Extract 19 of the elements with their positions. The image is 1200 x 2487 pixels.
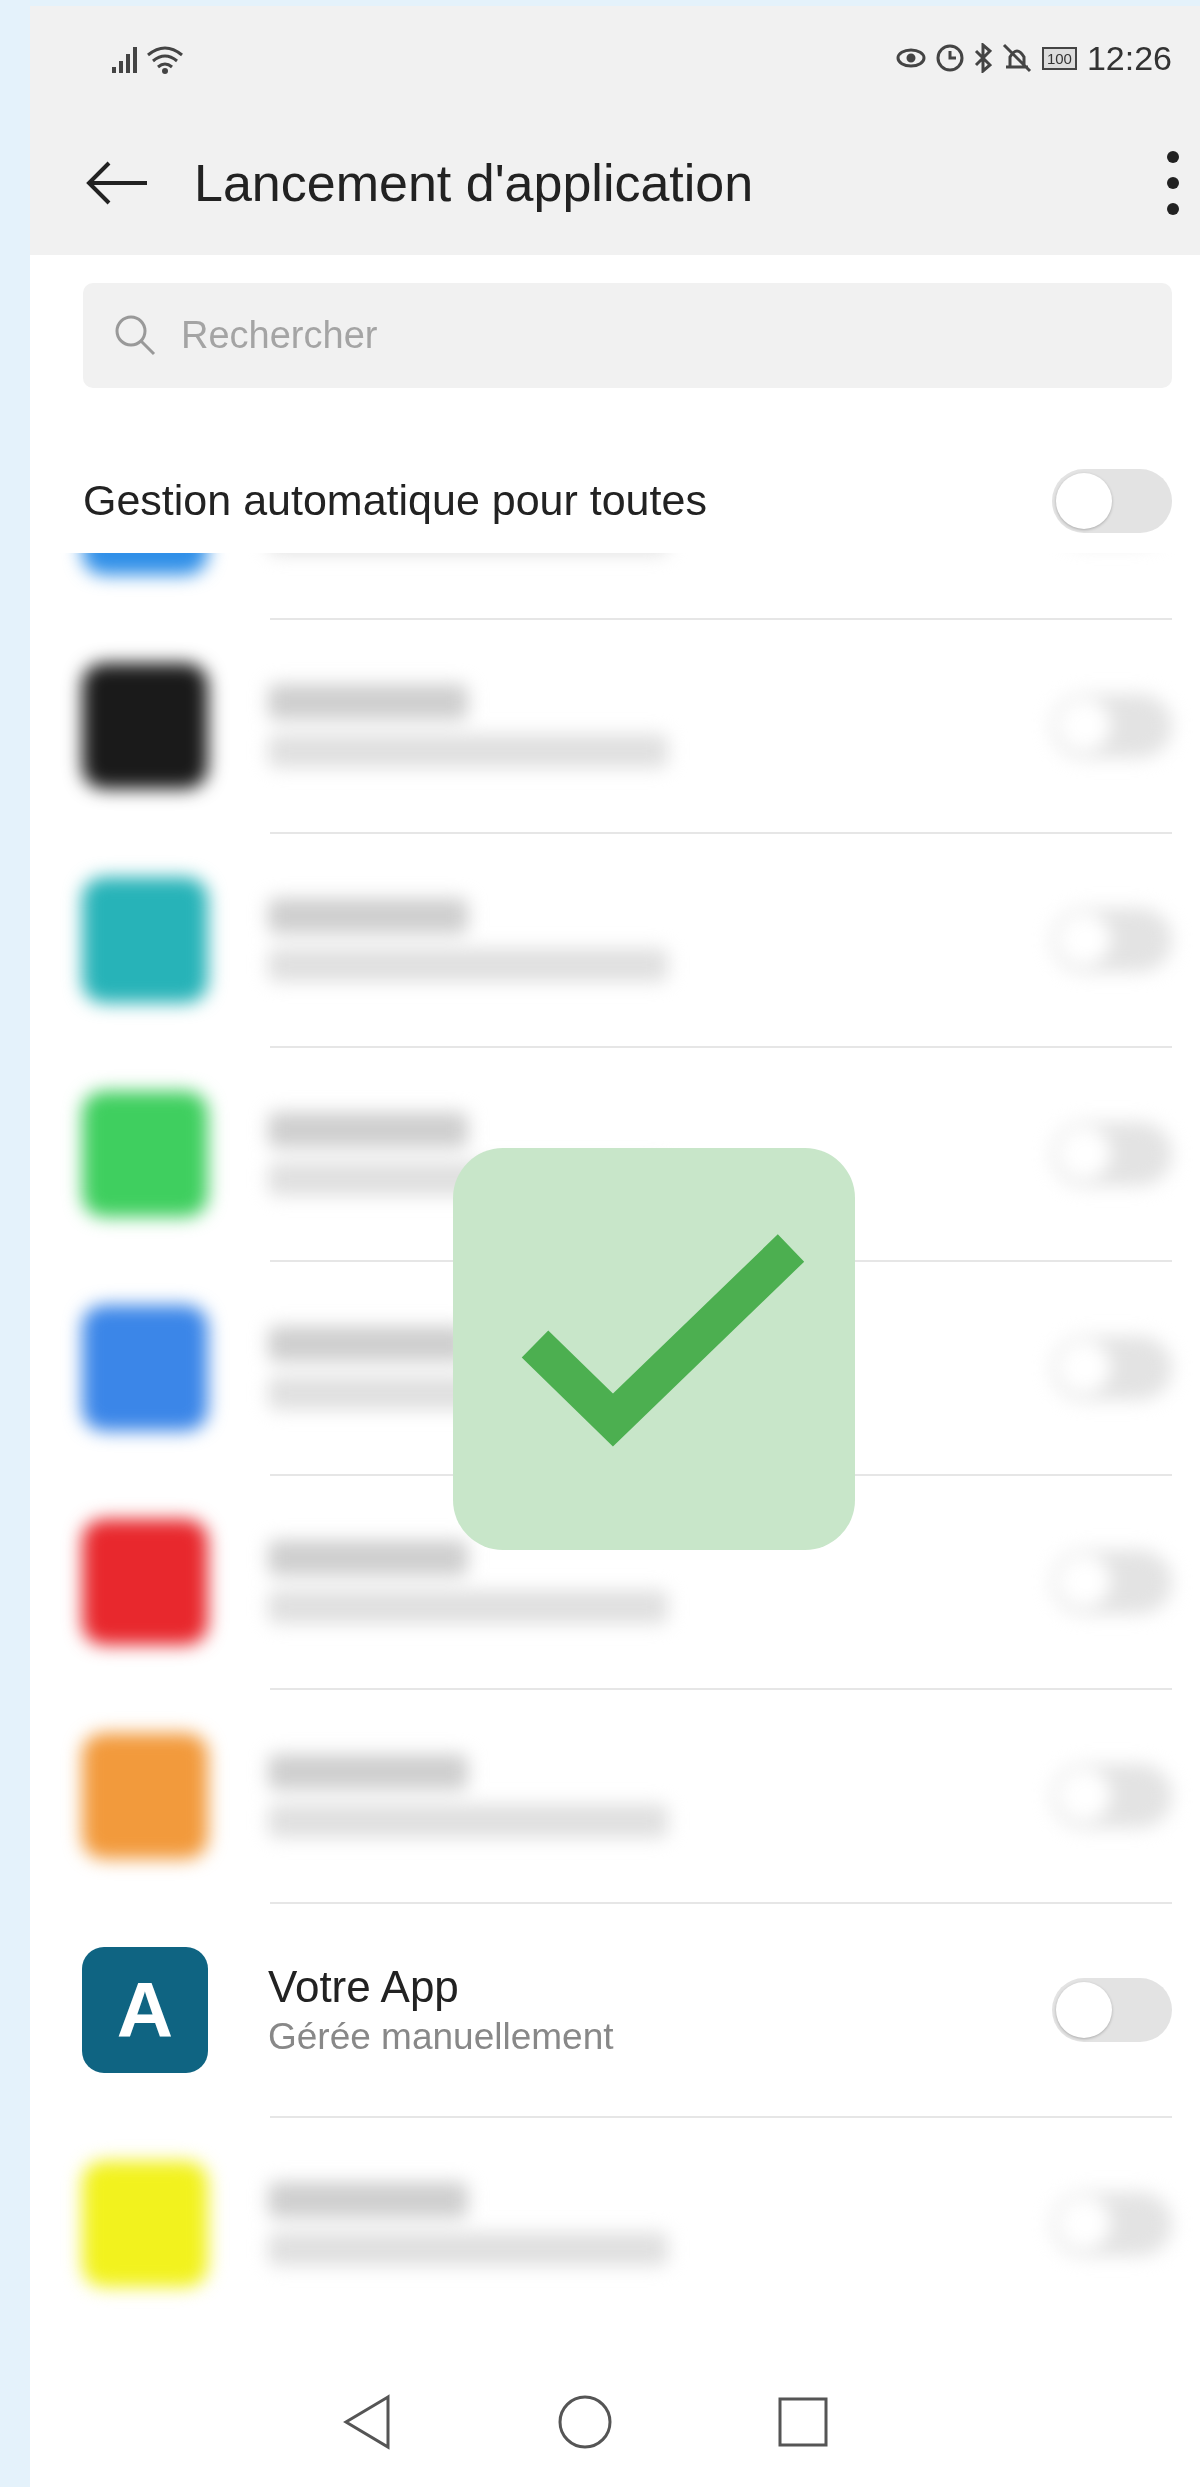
app-status: Gérée manuellement — [268, 2016, 615, 2058]
muted-bell-icon — [1001, 43, 1032, 73]
search-field[interactable]: Rechercher — [83, 283, 1172, 388]
checkmark-icon — [453, 1148, 855, 1550]
back-arrow-icon[interactable] — [85, 160, 149, 205]
search-icon — [113, 313, 157, 357]
app-icon: A — [82, 1947, 208, 2073]
page-title: Lancement d'application — [194, 152, 755, 213]
alarm-icon — [935, 44, 964, 72]
app-name: Votre App — [268, 1962, 460, 2012]
recents-nav-icon[interactable] — [778, 2397, 828, 2447]
battery-level: 100 — [1041, 46, 1077, 70]
back-nav-icon[interactable] — [342, 2394, 392, 2450]
home-nav-icon[interactable] — [557, 2394, 613, 2450]
more-options-icon[interactable] — [1166, 149, 1180, 216]
eye-icon — [895, 48, 926, 68]
setting-label: Gestion automatique pour toutes — [83, 476, 707, 525]
clock: 12:26 — [1086, 38, 1172, 78]
bluetooth-icon — [973, 43, 992, 73]
